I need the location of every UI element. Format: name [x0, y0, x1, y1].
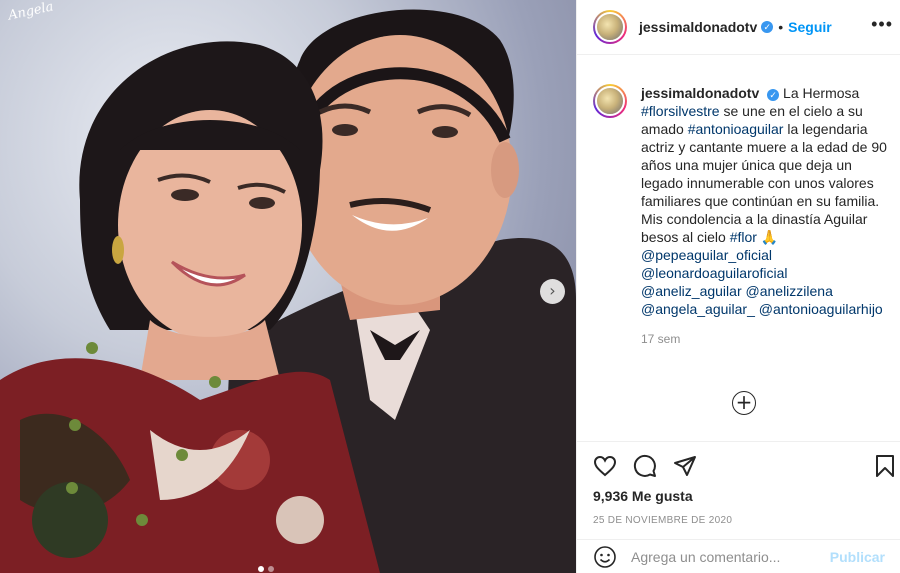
hashtag-link[interactable]: #antonioaguilar — [688, 121, 784, 137]
hashtag-link[interactable]: #flor — [730, 229, 757, 245]
more-icon[interactable]: ••• — [871, 14, 893, 35]
post-photo[interactable]: Angela › — [0, 0, 576, 573]
couple-portrait-image — [0, 9, 576, 573]
load-more-comments-button[interactable]: + — [732, 391, 756, 415]
share-icon[interactable] — [673, 454, 697, 478]
follow-button[interactable]: Seguir — [788, 19, 832, 35]
caption-text-segment: La Hermosa — [783, 85, 860, 101]
separator-dot: • — [778, 19, 784, 35]
carousel-dot — [268, 566, 274, 572]
mention-link[interactable]: @antonioaguilarhijo — [759, 301, 883, 317]
likes-count[interactable]: 9,936 Me gusta — [593, 488, 693, 504]
mention-link[interactable]: @aneliz_aguilar — [641, 283, 742, 299]
carousel-dot — [258, 566, 264, 572]
post-header: jessimaldonadotv ✓ • Seguir ••• — [577, 0, 900, 55]
heart-icon[interactable] — [593, 454, 617, 478]
chevron-right-icon: › — [549, 281, 556, 300]
mention-link[interactable]: @anelizzilena — [746, 283, 833, 299]
publish-button[interactable]: Publicar — [830, 549, 885, 565]
post-date[interactable]: 25 DE NOVIEMBRE DE 2020 — [593, 515, 732, 526]
caption-timestamp[interactable]: 17 sem — [641, 330, 889, 348]
comment-bar: Publicar — [577, 539, 900, 573]
emoji-icon[interactable] — [593, 545, 617, 569]
comment-input[interactable] — [631, 548, 830, 565]
header-username[interactable]: jessimaldonadotv — [639, 19, 757, 35]
caption-text: jessimaldonadotv ✓ La Hermosa #florsilve… — [641, 84, 889, 348]
mention-link[interactable]: @angela_aguilar_ — [641, 301, 755, 317]
plus-icon: + — [735, 390, 753, 414]
mention-link[interactable]: @pepeaguilar_oficial — [641, 247, 772, 263]
verified-badge-icon: ✓ — [761, 21, 774, 33]
post-details-panel: jessimaldonadotv ✓ • Seguir ••• jessimal… — [576, 0, 900, 573]
mention-link[interactable]: @leonardoaguilaroficial — [641, 265, 788, 281]
comment-icon[interactable] — [633, 454, 657, 478]
caption-text-segment: la legendaria actriz y cantante muere a … — [641, 121, 887, 245]
avatar[interactable] — [593, 10, 627, 44]
next-image-button[interactable]: › — [540, 279, 565, 304]
caption-text-segment: 🙏 — [756, 229, 779, 245]
carousel-dots — [258, 566, 274, 572]
hashtag-link[interactable]: #florsilvestre — [641, 103, 720, 119]
caption-avatar[interactable] — [593, 84, 627, 118]
caption: jessimaldonadotv ✓ La Hermosa #florsilve… — [593, 84, 889, 348]
bookmark-icon[interactable] — [873, 454, 897, 478]
caption-username[interactable]: jessimaldonadotv — [641, 85, 759, 101]
verified-badge-icon: ✓ — [767, 89, 780, 101]
action-icons — [593, 454, 697, 478]
